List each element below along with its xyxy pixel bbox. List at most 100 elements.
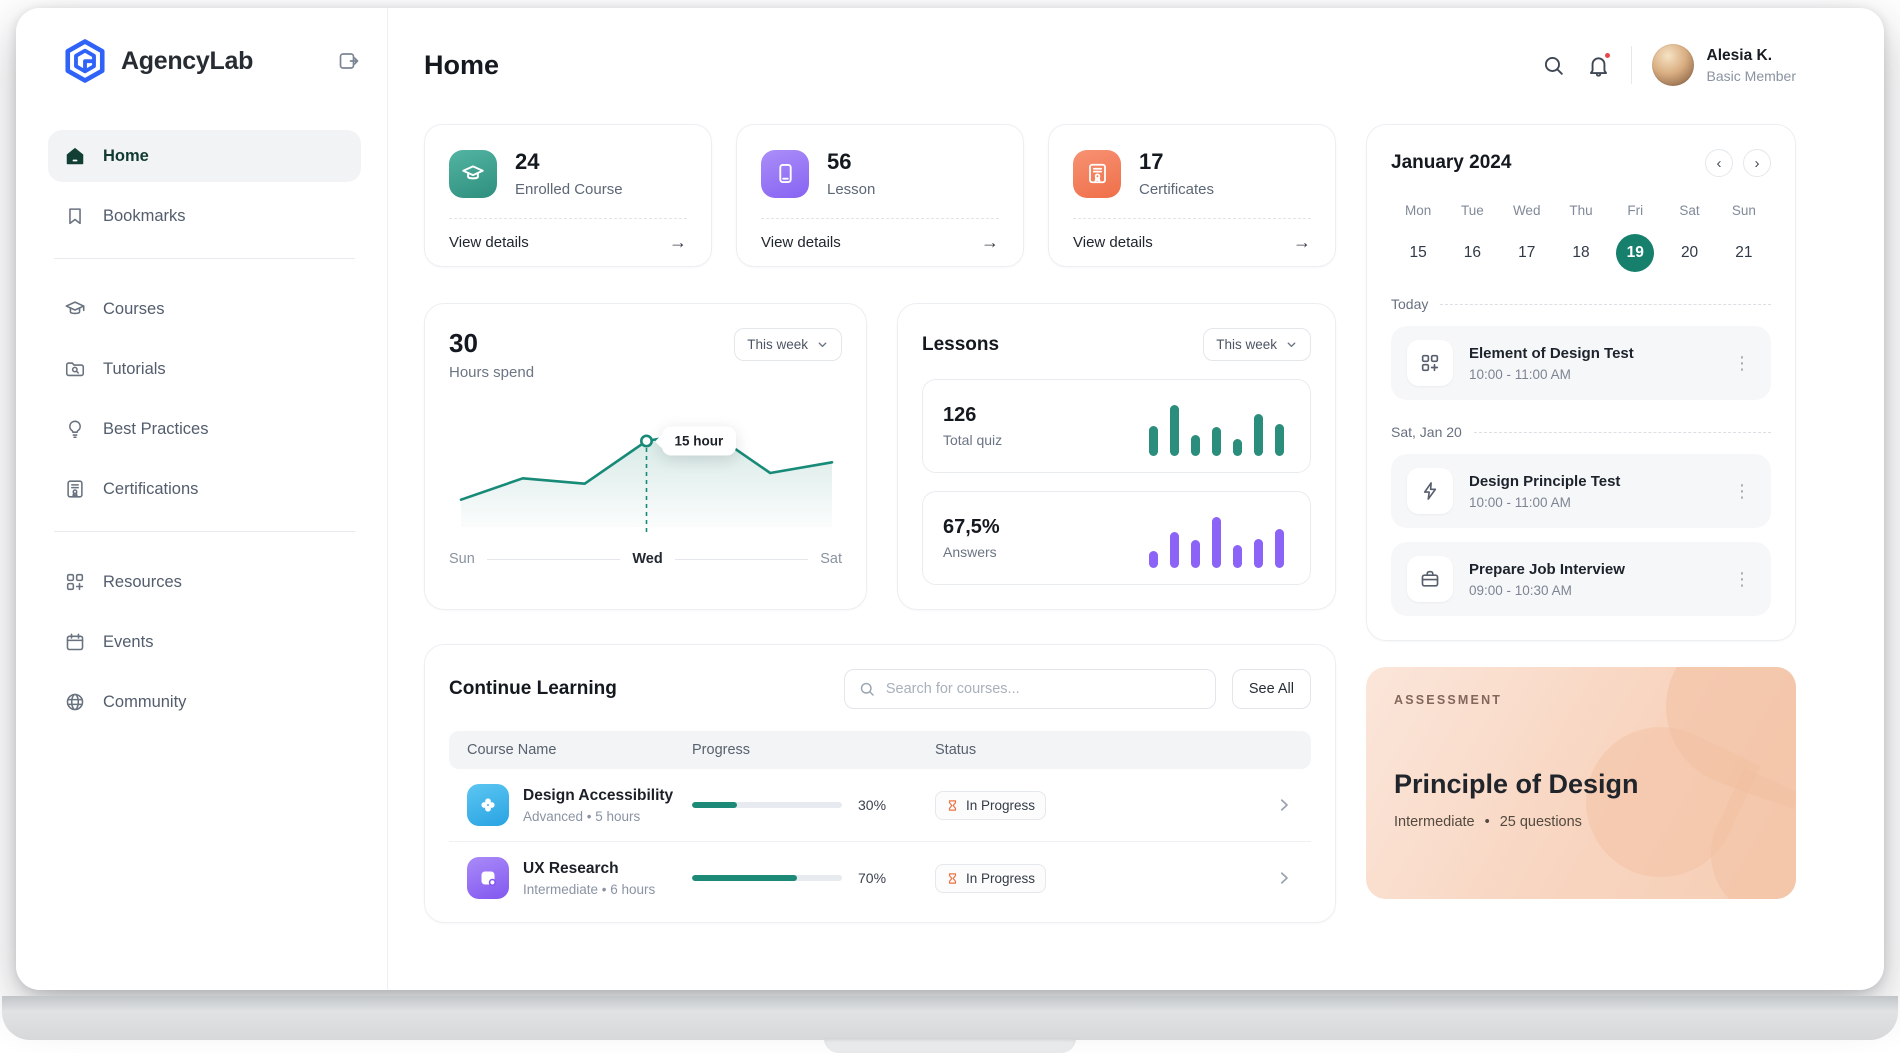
sidebar-item-resources[interactable]: Resources bbox=[48, 556, 361, 608]
assessment-title: Principle of Design bbox=[1394, 769, 1768, 800]
event-time: 10:00 - 11:00 AM bbox=[1469, 367, 1634, 382]
schedule-group-today: Today bbox=[1391, 296, 1771, 312]
stat-label: Enrolled Course bbox=[515, 181, 623, 198]
kebab-menu-icon[interactable]: ⋮ bbox=[1729, 353, 1755, 374]
kebab-menu-icon[interactable]: ⋮ bbox=[1729, 569, 1755, 590]
status-badge: In Progress bbox=[935, 864, 1046, 893]
content-left-column: 24 Enrolled Course View details → bbox=[424, 124, 1336, 923]
table-row-design-accessibility[interactable]: Design Accessibility Advanced • 5 hours … bbox=[449, 769, 1311, 842]
stat-label: Certificates bbox=[1139, 181, 1214, 198]
sidebar-item-label: Events bbox=[103, 633, 153, 652]
continue-learning-panel: Continue Learning See All Course Name bbox=[424, 644, 1336, 923]
answers-value: 67,5% bbox=[943, 516, 1000, 539]
sidebar-item-bookmarks[interactable]: Bookmarks bbox=[48, 190, 361, 242]
sidebar-item-best-practices[interactable]: Best Practices bbox=[48, 403, 361, 455]
axis-tick: Wed bbox=[632, 551, 662, 567]
search-icon[interactable] bbox=[1541, 53, 1566, 78]
book-icon bbox=[761, 150, 809, 198]
sidebar-item-label: Certifications bbox=[103, 480, 198, 499]
globe-icon bbox=[64, 691, 86, 713]
user-name: Alesia K. bbox=[1707, 47, 1796, 65]
view-details-button[interactable]: View details → bbox=[449, 218, 687, 266]
hours-spend-panel: 30 Hours spend This week bbox=[424, 303, 867, 610]
calendar-date[interactable]: 16 bbox=[1445, 234, 1499, 272]
sidebar-item-label: Bookmarks bbox=[103, 207, 186, 226]
day-name: Wed bbox=[1500, 203, 1554, 218]
course-search-input[interactable] bbox=[886, 681, 1202, 697]
sidebar-item-tutorials[interactable]: Tutorials bbox=[48, 343, 361, 395]
event-prepare-job-interview[interactable]: Prepare Job Interview 09:00 - 10:30 AM ⋮ bbox=[1391, 542, 1771, 616]
kebab-menu-icon[interactable]: ⋮ bbox=[1729, 481, 1755, 502]
laptop-notch bbox=[824, 1038, 1076, 1053]
continue-learning-title: Continue Learning bbox=[449, 678, 617, 700]
day-name: Tue bbox=[1445, 203, 1499, 218]
axis-tick: Sat bbox=[820, 551, 842, 567]
lightbulb-icon bbox=[64, 418, 86, 440]
arrow-right-icon: → bbox=[669, 233, 687, 251]
event-title: Element of Design Test bbox=[1469, 345, 1634, 362]
calendar-date[interactable]: 21 bbox=[1717, 234, 1771, 272]
stat-value: 24 bbox=[515, 149, 623, 175]
event-title: Prepare Job Interview bbox=[1469, 561, 1625, 578]
event-time: 09:00 - 10:30 AM bbox=[1469, 583, 1625, 598]
arrow-right-icon: → bbox=[1293, 233, 1311, 251]
assessment-card[interactable]: ASSESSMENT Principle of Design Intermedi… bbox=[1366, 667, 1796, 899]
home-icon bbox=[64, 145, 86, 167]
calendar-date[interactable]: 20 bbox=[1662, 234, 1716, 272]
hours-value: 30 bbox=[449, 328, 534, 359]
hours-line-chart-area: 15 hour bbox=[449, 409, 842, 537]
status-badge: In Progress bbox=[935, 791, 1046, 820]
sidebar-item-certifications[interactable]: Certifications bbox=[48, 463, 361, 515]
lessons-filter-dropdown[interactable]: This week bbox=[1203, 328, 1311, 361]
chevron-right-icon[interactable] bbox=[1257, 869, 1293, 887]
progress-bar bbox=[692, 875, 842, 881]
event-design-principle-test[interactable]: Design Principle Test 10:00 - 11:00 AM ⋮ bbox=[1391, 454, 1771, 528]
day-name: Sat bbox=[1662, 203, 1716, 218]
chart-tooltip: 15 hour bbox=[662, 427, 737, 456]
arrow-right-icon: → bbox=[981, 233, 999, 251]
course-shape-icon bbox=[467, 857, 509, 899]
table-header: Course Name Progress Status bbox=[449, 731, 1311, 769]
certificate-icon bbox=[64, 478, 86, 500]
view-details-button[interactable]: View details → bbox=[761, 218, 999, 266]
course-meta: Intermediate • 6 hours bbox=[523, 882, 655, 897]
content-right-column: January 2024 ‹ › Mon Tue Wed Thu Fri bbox=[1366, 124, 1796, 923]
stat-label: Lesson bbox=[827, 181, 875, 198]
user-menu[interactable]: Alesia K. Basic Member bbox=[1652, 44, 1796, 86]
answers-label: Answers bbox=[943, 544, 1000, 560]
sidebar-divider bbox=[54, 258, 355, 259]
course-meta: Advanced • 5 hours bbox=[523, 809, 673, 824]
content: 24 Enrolled Course View details → bbox=[424, 124, 1796, 923]
calendar-date[interactable]: 15 bbox=[1391, 234, 1445, 272]
calendar-prev-button[interactable]: ‹ bbox=[1705, 149, 1733, 177]
stat-card-lesson: 56 Lesson View details → bbox=[736, 124, 1024, 267]
hours-filter-dropdown[interactable]: This week bbox=[734, 328, 842, 361]
sidebar-item-community[interactable]: Community bbox=[48, 676, 361, 728]
sidebar-item-events[interactable]: Events bbox=[48, 616, 361, 668]
sidebar-item-label: Community bbox=[103, 693, 186, 712]
sidebar-item-courses[interactable]: Courses bbox=[48, 283, 361, 335]
sidebar-collapse-icon[interactable] bbox=[337, 49, 361, 73]
course-name: Design Accessibility bbox=[523, 787, 673, 805]
notifications-bell-icon[interactable] bbox=[1586, 53, 1611, 78]
calendar-date-selected[interactable]: 19 bbox=[1608, 234, 1662, 272]
calendar-date[interactable]: 18 bbox=[1554, 234, 1608, 272]
course-search-box bbox=[844, 669, 1216, 709]
event-element-of-design-test[interactable]: Element of Design Test 10:00 - 11:00 AM … bbox=[1391, 326, 1771, 400]
see-all-button[interactable]: See All bbox=[1232, 669, 1311, 709]
calendar-date[interactable]: 17 bbox=[1500, 234, 1554, 272]
table-row-ux-research[interactable]: UX Research Intermediate • 6 hours 70% bbox=[449, 842, 1311, 914]
sidebar-item-home[interactable]: Home bbox=[48, 130, 361, 182]
folder-search-icon bbox=[64, 358, 86, 380]
stat-value: 17 bbox=[1139, 149, 1214, 175]
topbar-actions: Alesia K. Basic Member bbox=[1541, 44, 1796, 86]
chevron-right-icon[interactable] bbox=[1257, 796, 1293, 814]
calendar-next-button[interactable]: › bbox=[1743, 149, 1771, 177]
grid-plus-icon bbox=[64, 571, 86, 593]
sidebar-item-label: Home bbox=[103, 147, 149, 166]
lessons-panel: Lessons This week 126 Total quiz bbox=[897, 303, 1336, 610]
view-details-button[interactable]: View details → bbox=[1073, 218, 1311, 266]
stat-card-certificates: 17 Certificates View details → bbox=[1048, 124, 1336, 267]
grid-plus-icon bbox=[1407, 340, 1453, 386]
bookmark-icon bbox=[64, 205, 86, 227]
